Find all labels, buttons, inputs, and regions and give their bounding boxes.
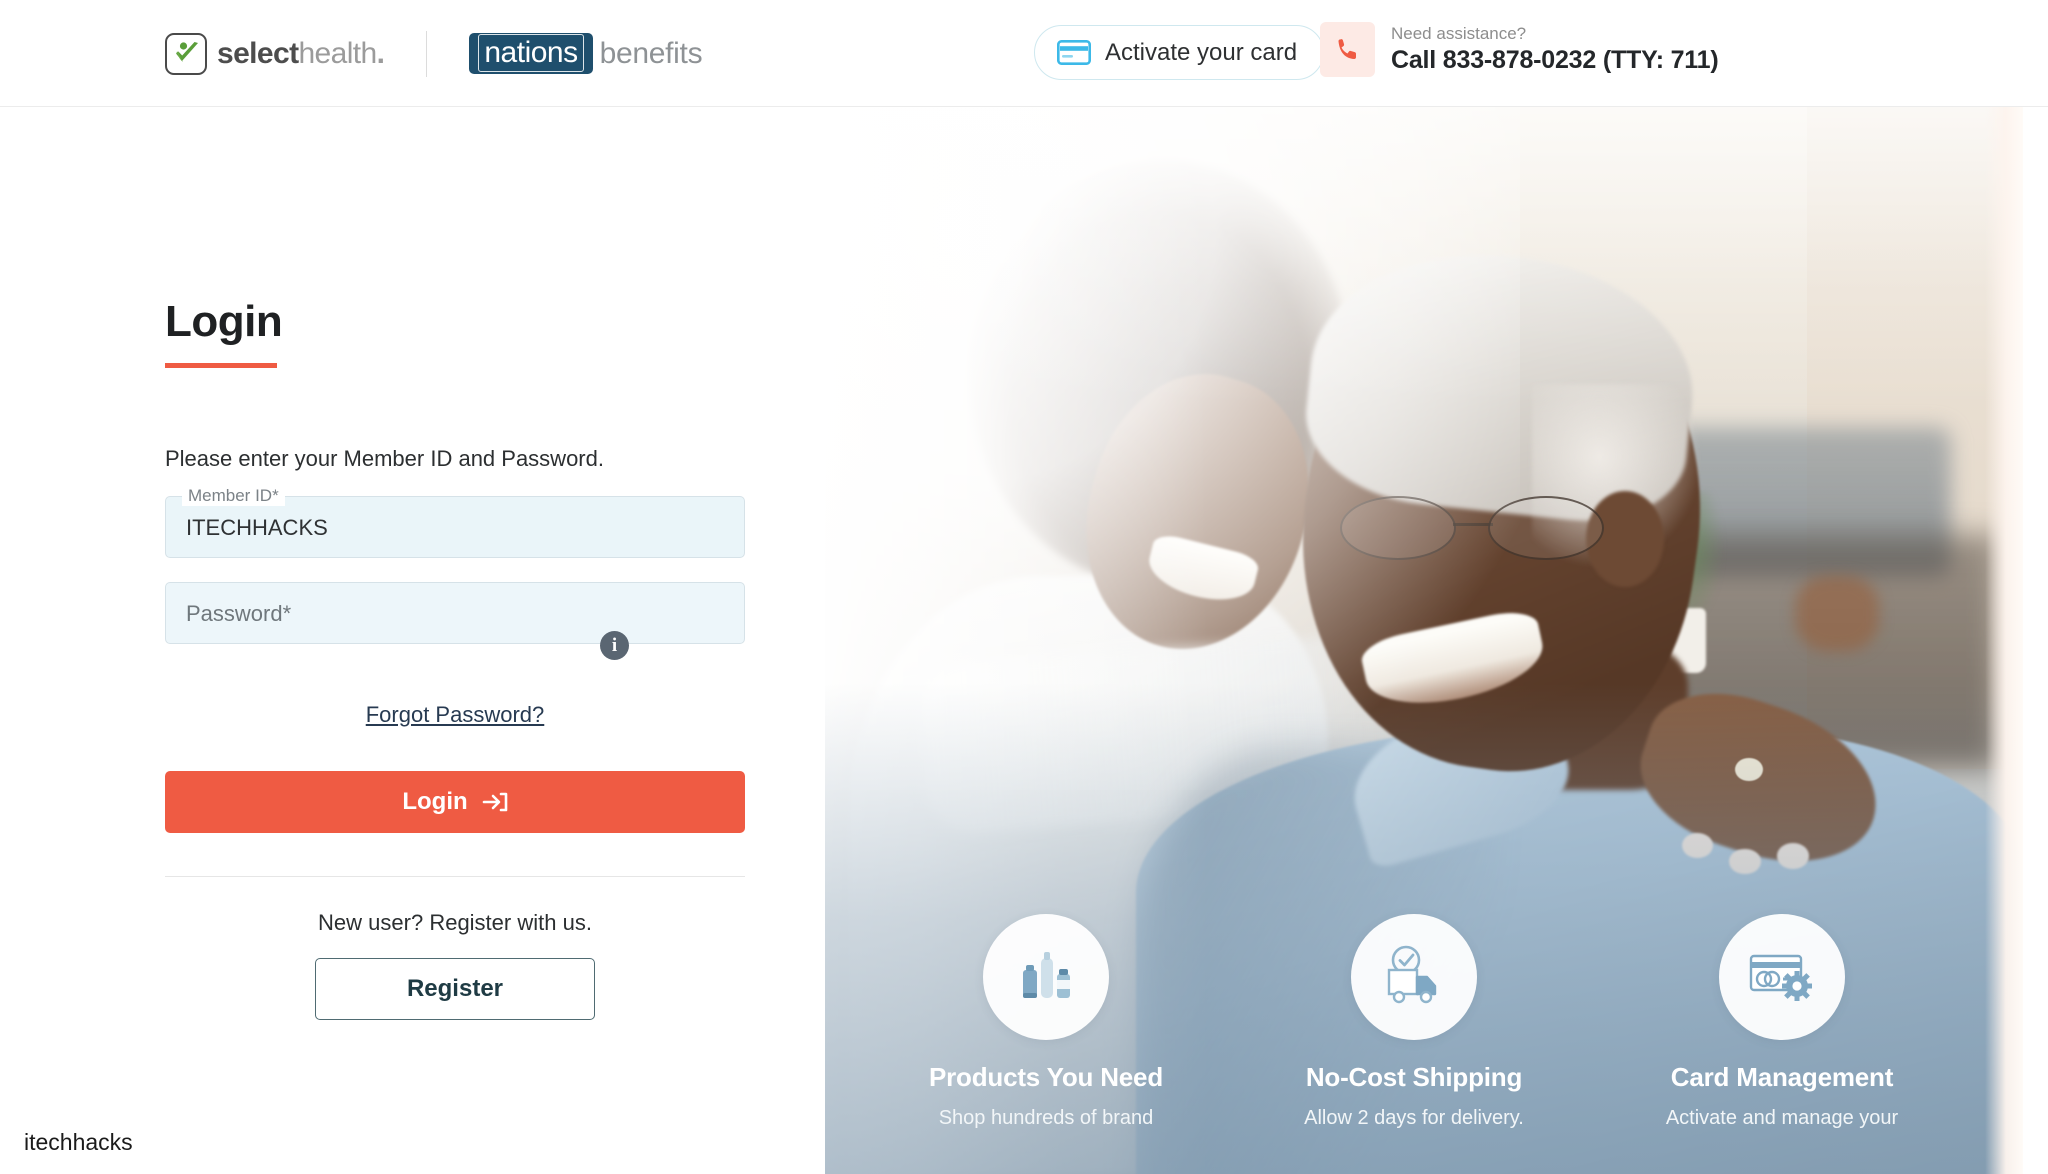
watermark: itechhacks	[24, 1129, 133, 1155]
login-form: Login Please enter your Member ID and Pa…	[165, 297, 745, 1020]
feature-item: Card Management Activate and manage your	[1657, 914, 1907, 1174]
feature-title: No-Cost Shipping	[1305, 1062, 1523, 1092]
login-arrow-icon	[482, 790, 508, 814]
password-field[interactable]: Password*	[165, 582, 745, 644]
brand-divider	[426, 30, 428, 77]
site-header: selecthealth. nations benefits Activate …	[0, 0, 2048, 107]
selecthealth-light: health	[298, 36, 377, 70]
assistance-phone: Call 833-878-0232 (TTY: 711)	[1391, 46, 1719, 74]
shipping-truck-icon	[1351, 914, 1477, 1040]
hero-feature-list: Products You Need Shop hundreds of brand…	[825, 914, 2023, 1174]
activate-card-label: Activate your card	[1105, 38, 1298, 66]
selecthealth-logo[interactable]: selecthealth.	[165, 32, 385, 75]
login-panel: Login Please enter your Member ID and Pa…	[0, 107, 825, 1174]
nations-word: nations	[478, 33, 584, 72]
activate-card-button[interactable]: Activate your card	[1034, 25, 1325, 80]
section-divider	[165, 876, 745, 877]
login-instruction: Please enter your Member ID and Password…	[165, 446, 604, 471]
feature-item: No-Cost Shipping Allow 2 days for delive…	[1289, 914, 1539, 1174]
hero-haze-top	[825, 107, 2023, 406]
hero-shelf-object	[1795, 576, 1880, 652]
credit-card-icon	[1056, 39, 1091, 65]
member-id-info-icon[interactable]: i	[600, 631, 629, 660]
page-title: Login	[165, 297, 283, 346]
hero-image: Products You Need Shop hundreds of brand…	[825, 107, 2023, 1174]
selecthealth-wordmark: selecthealth.	[217, 36, 385, 71]
password-input[interactable]: Password*	[186, 583, 291, 645]
feature-title: Card Management	[1670, 1062, 1894, 1092]
forgot-password-link[interactable]: Forgot Password?	[366, 702, 545, 727]
new-user-text: New user? Register with us.	[318, 910, 592, 935]
selecthealth-check-icon	[165, 32, 207, 75]
nations-box: nations	[469, 32, 593, 75]
nations-benefits-logo[interactable]: nations benefits	[469, 32, 703, 75]
assistance-text: Need assistance? Call 833-878-0232 (TTY:…	[1391, 24, 1719, 75]
brand-group: selecthealth. nations benefits	[165, 0, 703, 107]
register-button[interactable]: Register	[315, 958, 595, 1020]
hero-right-white-edge	[2023, 107, 2048, 1174]
login-button-label: Login	[402, 788, 468, 815]
selecthealth-bold: select	[217, 36, 299, 70]
login-page: selecthealth. nations benefits Activate …	[0, 0, 2048, 1174]
card-gear-icon	[1719, 914, 1845, 1040]
forgot-password-row: Forgot Password?	[165, 702, 745, 728]
assistance-prompt: Need assistance?	[1391, 24, 1527, 43]
login-button[interactable]: Login	[165, 771, 745, 833]
selecthealth-dot: .	[376, 36, 385, 70]
feature-item: Products You Need Shop hundreds of brand	[921, 914, 1171, 1174]
feature-subtitle: Allow 2 days for delivery.	[1304, 1107, 1524, 1129]
phone-icon	[1320, 22, 1375, 77]
member-id-field[interactable]: Member ID* ITECHHACKS	[165, 486, 745, 559]
benefits-word: benefits	[599, 36, 703, 70]
feature-subtitle: Activate and manage your	[1665, 1107, 1899, 1129]
title-underline	[165, 363, 277, 368]
member-id-input[interactable]: ITECHHACKS	[186, 497, 328, 559]
feature-subtitle: Shop hundreds of brand	[938, 1107, 1154, 1129]
feature-title: Products You Need	[928, 1062, 1163, 1092]
products-bottles-icon	[983, 914, 1109, 1040]
assistance-block: Need assistance? Call 833-878-0232 (TTY:…	[1320, 22, 1719, 77]
